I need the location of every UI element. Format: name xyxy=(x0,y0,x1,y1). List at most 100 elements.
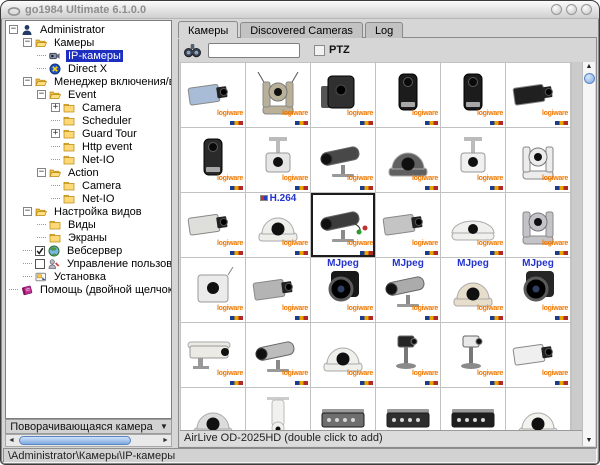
camera-cell-25[interactable]: logiware xyxy=(181,323,245,387)
scroll-down-icon[interactable]: ▼ xyxy=(586,436,593,446)
tree-item-net-io[interactable]: Net-IO xyxy=(6,192,171,205)
camera-cell-4[interactable]: logiware xyxy=(376,63,440,127)
tree-item-camera[interactable]: +Camera xyxy=(6,101,171,114)
collapse-icon[interactable]: − xyxy=(23,207,32,216)
tree-item-камеры[interactable]: −Камеры xyxy=(6,36,171,49)
camera-cell-24[interactable]: MJpeglogiware xyxy=(506,258,570,322)
camera-cell-23[interactable]: MJpeglogiware xyxy=(441,258,505,322)
camera-cell-32[interactable]: logiware xyxy=(246,388,310,430)
rotating-camera-dropdown[interactable]: Поворачивающаяся камера ▼ xyxy=(5,419,172,434)
tree-item-direct-x[interactable]: Direct X xyxy=(6,62,171,75)
tree-item-label: Action xyxy=(66,167,101,179)
camera-cell-18[interactable]: logiware xyxy=(506,193,570,257)
camera-cell-15-selected[interactable]: logiware xyxy=(311,193,375,257)
camera-cell-20[interactable]: logiware xyxy=(246,258,310,322)
unchecked-checkbox[interactable] xyxy=(35,259,45,269)
hscroll-thumb[interactable] xyxy=(19,436,131,445)
camera-cell-31[interactable]: logiware xyxy=(181,388,245,430)
titlebar[interactable]: go1984 Ultimate 6.1.0.0 xyxy=(1,1,599,19)
camera-cell-33[interactable]: logiware xyxy=(311,388,375,430)
checked-checkbox[interactable] xyxy=(35,246,45,256)
logiware-watermark: logiware xyxy=(217,302,243,320)
collapse-icon[interactable]: − xyxy=(23,38,32,47)
tree-item-guard-tour[interactable]: +Guard Tour xyxy=(6,127,171,140)
camera-cell-10[interactable]: logiware xyxy=(376,128,440,192)
dome-camera-icon xyxy=(510,395,566,431)
tree-item-управление-пользователями[interactable]: Управление пользователями xyxy=(6,257,171,270)
tab-log[interactable]: Log xyxy=(365,22,403,38)
camera-cell-16[interactable]: logiware xyxy=(376,193,440,257)
camera-cell-27[interactable]: logiware xyxy=(311,323,375,387)
tree-item-label: Экраны xyxy=(66,232,109,244)
tree-item-camera[interactable]: Camera xyxy=(6,179,171,192)
camera-cell-30[interactable]: logiware xyxy=(506,323,570,387)
logiware-flag-icon xyxy=(360,186,373,190)
ptz-checkbox[interactable] xyxy=(314,45,325,56)
tab-discovered-cameras[interactable]: Discovered Cameras xyxy=(240,22,363,38)
camera-cell-28[interactable]: logiware xyxy=(376,323,440,387)
logiware-watermark: logiware xyxy=(542,302,568,320)
camera-cell-14[interactable]: H.264logiware xyxy=(246,193,310,257)
collapse-icon[interactable]: − xyxy=(23,77,32,86)
tree-item-вебсервер[interactable]: Вебсервер xyxy=(6,244,171,257)
camera-cell-11[interactable]: logiware xyxy=(441,128,505,192)
minimize-button[interactable] xyxy=(551,4,562,15)
tree-item-виды[interactable]: Виды xyxy=(6,218,171,231)
chevron-down-icon[interactable]: ▼ xyxy=(157,422,171,431)
expand-icon[interactable]: + xyxy=(51,129,60,138)
expand-icon[interactable]: + xyxy=(51,103,60,112)
camera-cell-9[interactable]: logiware xyxy=(311,128,375,192)
camera-cell-34[interactable]: logiware xyxy=(376,388,440,430)
tree-item-scheduler[interactable]: Scheduler xyxy=(6,114,171,127)
camera-cell-22[interactable]: MJpeglogiware xyxy=(376,258,440,322)
camera-cell-21[interactable]: MJpeglogiware xyxy=(311,258,375,322)
scroll-right-icon[interactable]: ► xyxy=(160,435,171,446)
tree-item-action[interactable]: − Action xyxy=(6,166,171,179)
camera-cell-8[interactable]: logiware xyxy=(246,128,310,192)
collapse-icon[interactable]: − xyxy=(37,168,46,177)
tree-horizontal-scrollbar[interactable]: ◄ ► xyxy=(5,434,172,447)
camera-cell-2[interactable]: logiware xyxy=(246,63,310,127)
tree-item-administrator[interactable]: −Administrator xyxy=(6,23,171,36)
camera-cell-6[interactable]: logiware xyxy=(506,63,570,127)
hscroll-track[interactable] xyxy=(17,435,160,446)
tab-bar: КамерыDiscovered CamerasLog xyxy=(178,22,405,38)
camera-cell-35[interactable]: logiware xyxy=(441,388,505,430)
camera-cell-1[interactable]: logiware xyxy=(181,63,245,127)
folder-icon xyxy=(49,232,63,244)
tree-item-event[interactable]: −Event xyxy=(6,88,171,101)
camera-cell-7[interactable]: logiware xyxy=(181,128,245,192)
camera-cell-29[interactable]: logiware xyxy=(441,323,505,387)
maximize-button[interactable] xyxy=(566,4,577,15)
logiware-flag-icon xyxy=(425,381,438,385)
camera-cell-3[interactable]: logiware xyxy=(311,63,375,127)
tree-item-помощь-двойной-щелчок-[interactable]: Помощь (двойной щелчок) xyxy=(6,283,171,296)
collapse-icon[interactable]: − xyxy=(37,90,46,99)
tree-item-настройка-видов[interactable]: −Настройка видов xyxy=(6,205,171,218)
tree-item-установка[interactable]: Установка xyxy=(6,270,171,283)
tree-item-ip-камеры[interactable]: IP-камеры xyxy=(6,49,171,62)
camera-cell-5[interactable]: logiware xyxy=(441,63,505,127)
camera-cell-26[interactable]: logiware xyxy=(246,323,310,387)
collapse-icon[interactable]: − xyxy=(9,25,18,34)
grid-vertical-scrollbar[interactable]: ▲ ▼ xyxy=(582,62,595,446)
camera-cell-17[interactable]: logiware xyxy=(441,193,505,257)
close-button[interactable] xyxy=(581,4,592,15)
scroll-left-icon[interactable]: ◄ xyxy=(6,435,17,446)
camera-cell-19[interactable]: logiware xyxy=(181,258,245,322)
camera-cell-13[interactable]: logiware xyxy=(181,193,245,257)
camera-cell-36[interactable]: logiware xyxy=(506,388,570,430)
ptz-filter[interactable]: PTZ xyxy=(314,44,350,56)
logiware-flag-icon xyxy=(490,316,503,320)
logiware-flag-icon xyxy=(295,251,308,255)
tree-item-http-event[interactable]: Http event xyxy=(6,140,171,153)
logiware-watermark: logiware xyxy=(347,107,373,125)
camera-search-input[interactable] xyxy=(208,43,300,58)
scroll-up-icon[interactable]: ▲ xyxy=(586,62,593,72)
tree-item-экраны[interactable]: Экраны xyxy=(6,231,171,244)
vscroll-thumb[interactable] xyxy=(584,73,595,84)
tab-камеры[interactable]: Камеры xyxy=(178,21,238,38)
tree-item-менеджер-включения-выключения[interactable]: −Менеджер включения/выключения xyxy=(6,75,171,88)
camera-cell-12[interactable]: logiware xyxy=(506,128,570,192)
tree-item-net-io[interactable]: Net-IO xyxy=(6,153,171,166)
